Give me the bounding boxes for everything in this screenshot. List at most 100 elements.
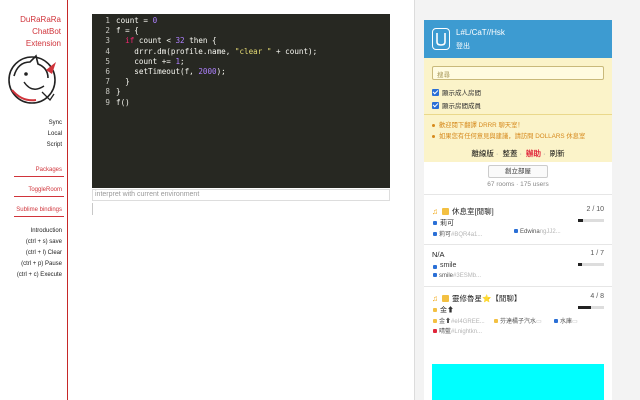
checkbox-icon[interactable] [432, 101, 439, 109]
member-name: Edwina [520, 229, 540, 235]
app-title-line-2: ChatBot [32, 27, 61, 36]
room-members-checkbox[interactable]: 顯示房間成員 [432, 100, 481, 110]
room-search-input[interactable]: 搜尋 [432, 66, 604, 80]
code-line: 5 count += 1; [92, 57, 390, 67]
code-editor[interactable]: 1 count = 0 2 f = { 3 if count < 32 then… [92, 14, 390, 188]
notice-text: 如果您有任何意見與建議，請訪問 DOLLARS 休息室 [439, 133, 586, 140]
main-divider [92, 203, 93, 215]
tab-help[interactable]: 辦助 [526, 149, 541, 158]
line-number: 2 [105, 26, 110, 36]
member-tripcode: #BQR4a1... [451, 232, 483, 238]
member: 水庫▭ [554, 316, 578, 325]
code-token: ); [216, 66, 226, 76]
chat-panel: L#L/CaT//Hsk 登出 搜尋 顯示成人房間 顯示房間成員 歡迎閱下翻譯 … [424, 20, 612, 400]
ad-banner[interactable] [432, 364, 604, 400]
line-number: 1 [105, 16, 110, 25]
tab-overview[interactable]: 整蓋 [502, 149, 517, 158]
shortcut-pause[interactable]: (ctrl + p) Pause [21, 261, 62, 267]
line-number: 7 [105, 77, 110, 87]
code-line: 8 } [92, 87, 390, 97]
toggle-room-divider [14, 196, 64, 197]
cat-mascot-icon [2, 50, 62, 106]
member: EdwinangJJ2... [514, 229, 561, 235]
host-marker-icon [433, 221, 437, 225]
code-token: f() [116, 97, 130, 107]
room-count: 1 / 7 [590, 250, 604, 257]
member: 金⬆#eI4GREE... [433, 316, 485, 325]
user-name: L#L/CaT//Hsk [456, 28, 505, 37]
code-token: } [116, 87, 121, 97]
room-host: 莉可 [440, 220, 454, 227]
code-line: 9 f() [92, 98, 390, 108]
bullet-icon [432, 134, 435, 138]
music-note-icon: ♫ [432, 207, 438, 216]
interpret-input[interactable]: interpret with current environment [92, 189, 390, 201]
notice-text: 歡迎閱下翻譯 DRRR 聊天室！ [439, 122, 524, 129]
member-tripcode: #Lnightkn... [451, 329, 483, 335]
local-link[interactable]: Local [48, 131, 62, 137]
code-line: 6 setTimeout(f, 2000); [92, 67, 390, 77]
host-marker-icon [433, 308, 437, 312]
music-note-icon: ♫ [432, 294, 438, 303]
code-token: if [125, 36, 135, 46]
lock-icon [442, 208, 449, 215]
code-line: 4 drrr.dm(profile.name, "clear " + count… [92, 47, 390, 57]
code-token: + count); [271, 46, 318, 56]
member: 晴藍#Lnightkn... [433, 326, 482, 335]
tab-refresh[interactable]: 刷新 [550, 149, 565, 158]
sublime-bindings-divider [14, 216, 64, 217]
member: smile#3ESMb... [433, 273, 481, 279]
shortcut-introduction[interactable]: Introduction [31, 228, 62, 234]
code-token: 2000 [198, 66, 217, 76]
adult-rooms-checkbox[interactable]: 顯示成人房間 [432, 87, 481, 97]
code-token: count = [116, 16, 153, 25]
code-token: then { [184, 36, 217, 46]
tab-offline[interactable]: 離線版 [471, 149, 494, 158]
code-line: 1 count = 0 [92, 16, 390, 26]
room-item[interactable]: ♫ 休息室[閒聊] 2 / 10 莉可 莉可#BQR4a1... Edwinan… [424, 206, 612, 238]
room-count: 2 / 10 [586, 206, 604, 213]
sublime-bindings-link[interactable]: Sublime bindings [16, 207, 62, 213]
line-number: 6 [105, 66, 110, 76]
packages-link[interactable]: Packages [36, 167, 62, 173]
code-line: 7 } [92, 77, 390, 87]
shortcut-clear[interactable]: (ctrl + l) Clear [26, 250, 62, 256]
room-members: 金⬆#eI4GREE... 芬達橘子汽水▭ 水庫▭ [424, 315, 612, 325]
room-count: 4 / 8 [590, 293, 604, 300]
packages-divider [14, 176, 64, 177]
app-title: DuRaRaRa ChatBot Extension [0, 14, 61, 50]
member-name: 晴藍 [439, 329, 452, 335]
code-token: count < [134, 36, 176, 46]
room-item[interactable]: ♫ 靈修魯星⭐【閒聊】 4 / 8 金⬆ 金⬆#eI4GREE... 芬達橘子汽… [424, 293, 612, 335]
line-number: 3 [105, 36, 110, 46]
shortcut-save[interactable]: (ctrl + s) save [26, 239, 62, 245]
room-title: N/A [432, 250, 445, 259]
line-number: 8 [105, 87, 110, 97]
room-divider [424, 286, 612, 287]
checkbox-icon[interactable] [432, 88, 439, 96]
member-name: 莉可 [439, 232, 452, 238]
filter-box: 搜尋 顯示成人房間 顯示房間成員 歡迎閱下翻譯 DRRR 聊天室！ 如果您有任何… [424, 58, 612, 162]
room-members: 莉可#BQR4a1... EdwinangJJ2... [424, 228, 612, 238]
tablet-avatar-icon [432, 28, 450, 50]
toggle-room-link[interactable]: ToggleRoom [28, 187, 62, 193]
room-members: smile#3ESMb... [424, 272, 612, 282]
logout-link[interactable]: 登出 [456, 41, 470, 51]
room-title: 休息室[閒聊] [452, 207, 494, 216]
stats-divider [424, 194, 612, 195]
room-host: 金⬆ [440, 307, 454, 314]
create-room-button[interactable]: 創立部屋 [488, 165, 548, 178]
checkbox-label: 顯示房間成員 [442, 103, 481, 110]
member-tripcode: #3ESMb... [453, 273, 482, 279]
bullet-icon [432, 123, 435, 127]
code-token: 0 [152, 16, 158, 25]
code-token: } [125, 77, 130, 87]
script-link[interactable]: Script [47, 142, 62, 148]
notice-divider [424, 114, 612, 115]
line-number: 5 [105, 56, 110, 66]
shortcut-execute[interactable]: (ctrl + c) Execute [17, 272, 62, 278]
room-item[interactable]: N/A 1 / 7 smile smile#3ESMb... [424, 250, 612, 282]
member-tripcode: ngJJ2... [539, 229, 561, 235]
sync-link[interactable]: Sync [49, 120, 62, 126]
member: 芬達橘子汽水▭ [494, 316, 542, 325]
